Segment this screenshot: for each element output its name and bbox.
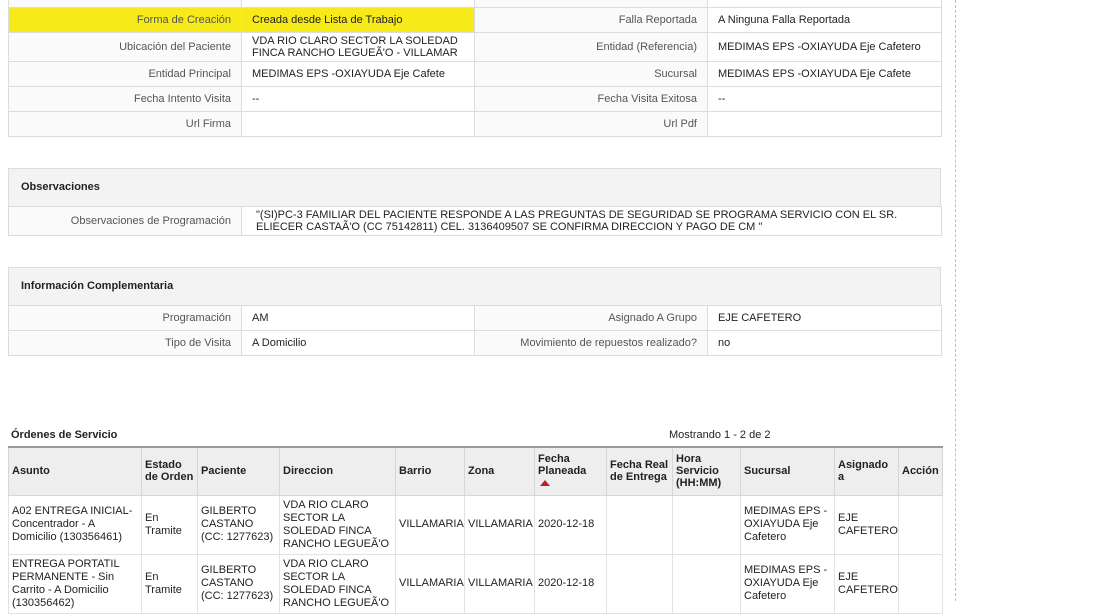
field-label: Url Pdf [474,111,708,137]
cell-hora [672,494,741,555]
page-divider [955,0,956,601]
cell-paciente: GILBERTO CASTANO (CC: 1277623) [197,553,280,614]
field-label: Observaciones de Programación [8,206,242,236]
field-label: Programación [8,305,242,331]
field-value: no [707,330,942,356]
column-header-label: Fecha Planeada [538,453,587,478]
cell-accion[interactable] [898,553,943,614]
cell-asignado: EJE CAFETERO [834,553,899,614]
field-value: -- [241,86,475,112]
pagination-summary: Mostrando 1 - 2 de 2 [669,429,771,441]
section-title: Observaciones [21,181,100,193]
field-value: A Domicilio [241,330,475,356]
complementaria-table: Programación AM Asignado A Grupo EJE CAF… [8,305,942,356]
cell-paciente: GILBERTO CASTANO (CC: 1277623) [197,494,280,555]
column-header-direccion[interactable]: Direccion [279,446,396,496]
field-label: Forma de Creación [8,7,242,33]
complementaria-panel: Información Complementaria [8,267,941,307]
cell-fecha-planeada: 2020-12-18 [534,494,607,555]
cell-estado: En Tramite [141,553,198,614]
field-label: Ubicación del Paciente [8,32,242,62]
observaciones-row: Observaciones de Programación "(SI)PC-3 … [8,206,942,236]
field-value: A Ninguna Falla Reportada [707,7,942,33]
cell-asunto: ENTREGA PORTATIL PERMANENTE - Sin Carrit… [8,553,142,614]
cell-hora [672,553,741,614]
cell-zona: VILLAMARIA [464,553,535,614]
field-value: "(SI)PC-3 FAMILIAR DEL PACIENTE RESPONDE… [241,206,942,236]
url-pdf-value[interactable] [707,111,942,137]
observaciones-table: Observaciones de Programación "(SI)PC-3 … [8,206,942,236]
sort-ascending-icon[interactable] [540,480,550,487]
column-header-asignado[interactable]: Asignado a [834,446,899,496]
column-header-fecha-planeada[interactable]: Fecha Planeada [534,446,607,496]
field-label: Sucursal [474,61,708,87]
column-header-asunto[interactable]: Asunto [8,446,142,496]
detail-row: Url Firma Url Pdf [8,111,942,137]
cell-barrio: VILLAMARIA [395,553,465,614]
field-label: Movimiento de repuestos realizado? [474,330,708,356]
detail-table: Forma de Creación Creada desde Lista de … [8,0,942,137]
cell-sucursal: MEDIMAS EPS -OXIAYUDA Eje Cafetero [740,494,835,555]
cell-asignado: EJE CAFETERO [834,494,899,555]
field-value: MEDIMAS EPS -OXIAYUDA Eje Cafete [241,61,475,87]
field-label: Falla Reportada [474,7,708,33]
column-header-hora[interactable]: Hora Servicio (HH:MM) [672,446,741,496]
table-row[interactable]: ENTREGA PORTATIL PERMANENTE - Sin Carrit… [8,553,943,614]
cell-barrio: VILLAMARIA [395,494,465,555]
field-value: MEDIMAS EPS -OXIAYUDA Eje Cafetero [707,32,942,62]
table-header-row: Asunto Estado de Orden Paciente Direccio… [8,446,943,496]
column-header-accion: Acción [898,446,943,496]
detail-row: Entidad Principal MEDIMAS EPS -OXIAYUDA … [8,61,942,87]
cell-asunto: A02 ENTREGA INICIAL-Concentrador - A Dom… [8,494,142,555]
column-header-sucursal[interactable]: Sucursal [740,446,835,496]
column-header-zona[interactable]: Zona [464,446,535,496]
field-label: Fecha Visita Exitosa [474,86,708,112]
cell-fecha-real [606,553,673,614]
cell-fecha-planeada: 2020-12-18 [534,553,607,614]
ordenes-table: Asunto Estado de Orden Paciente Direccio… [8,446,943,614]
field-value: -- [707,86,942,112]
detail-row: Programación AM Asignado A Grupo EJE CAF… [8,305,942,331]
field-label: Url Firma [8,111,242,137]
detail-row: Forma de Creación Creada desde Lista de … [8,7,942,33]
detail-row: Fecha Intento Visita -- Fecha Visita Exi… [8,86,942,112]
detail-row: Tipo de Visita A Domicilio Movimiento de… [8,330,942,356]
cell-direccion: VDA RIO CLARO SECTOR LA SOLEDAD FINCA RA… [279,553,396,614]
cell-zona: VILLAMARIA [464,494,535,555]
field-label: Entidad (Referencia) [474,32,708,62]
field-label: Fecha Intento Visita [8,86,242,112]
field-value: Creada desde Lista de Trabajo [241,7,475,33]
field-label: Entidad Principal [8,61,242,87]
field-value: AM [241,305,475,331]
cell-sucursal: MEDIMAS EPS -OXIAYUDA Eje Cafetero [740,553,835,614]
field-value: VDA RIO CLARO SECTOR LA SOLEDAD FINCA RA… [241,32,475,62]
field-value: MEDIMAS EPS -OXIAYUDA Eje Cafete [707,61,942,87]
detail-top-row [8,0,942,8]
column-header-fecha-real[interactable]: Fecha Real de Entrega [606,446,673,496]
cell-fecha-real [606,494,673,555]
cell-accion[interactable] [898,494,943,555]
cell-estado: En Tramite [141,494,198,555]
detail-row: Ubicación del Paciente VDA RIO CLARO SEC… [8,32,942,62]
cell-direccion: VDA RIO CLARO SECTOR LA SOLEDAD FINCA RA… [279,494,396,555]
field-label: Asignado A Grupo [474,305,708,331]
column-header-paciente[interactable]: Paciente [197,446,280,496]
url-firma-value[interactable] [241,111,475,137]
section-title: Información Complementaria [21,280,174,292]
field-label: Tipo de Visita [8,330,242,356]
ordenes-title: Órdenes de Servicio [11,429,118,441]
column-header-estado[interactable]: Estado de Orden [141,446,198,496]
field-value: EJE CAFETERO [707,305,942,331]
observaciones-panel: Observaciones [8,168,941,208]
column-header-barrio[interactable]: Barrio [395,446,465,496]
table-row[interactable]: A02 ENTREGA INICIAL-Concentrador - A Dom… [8,494,943,555]
